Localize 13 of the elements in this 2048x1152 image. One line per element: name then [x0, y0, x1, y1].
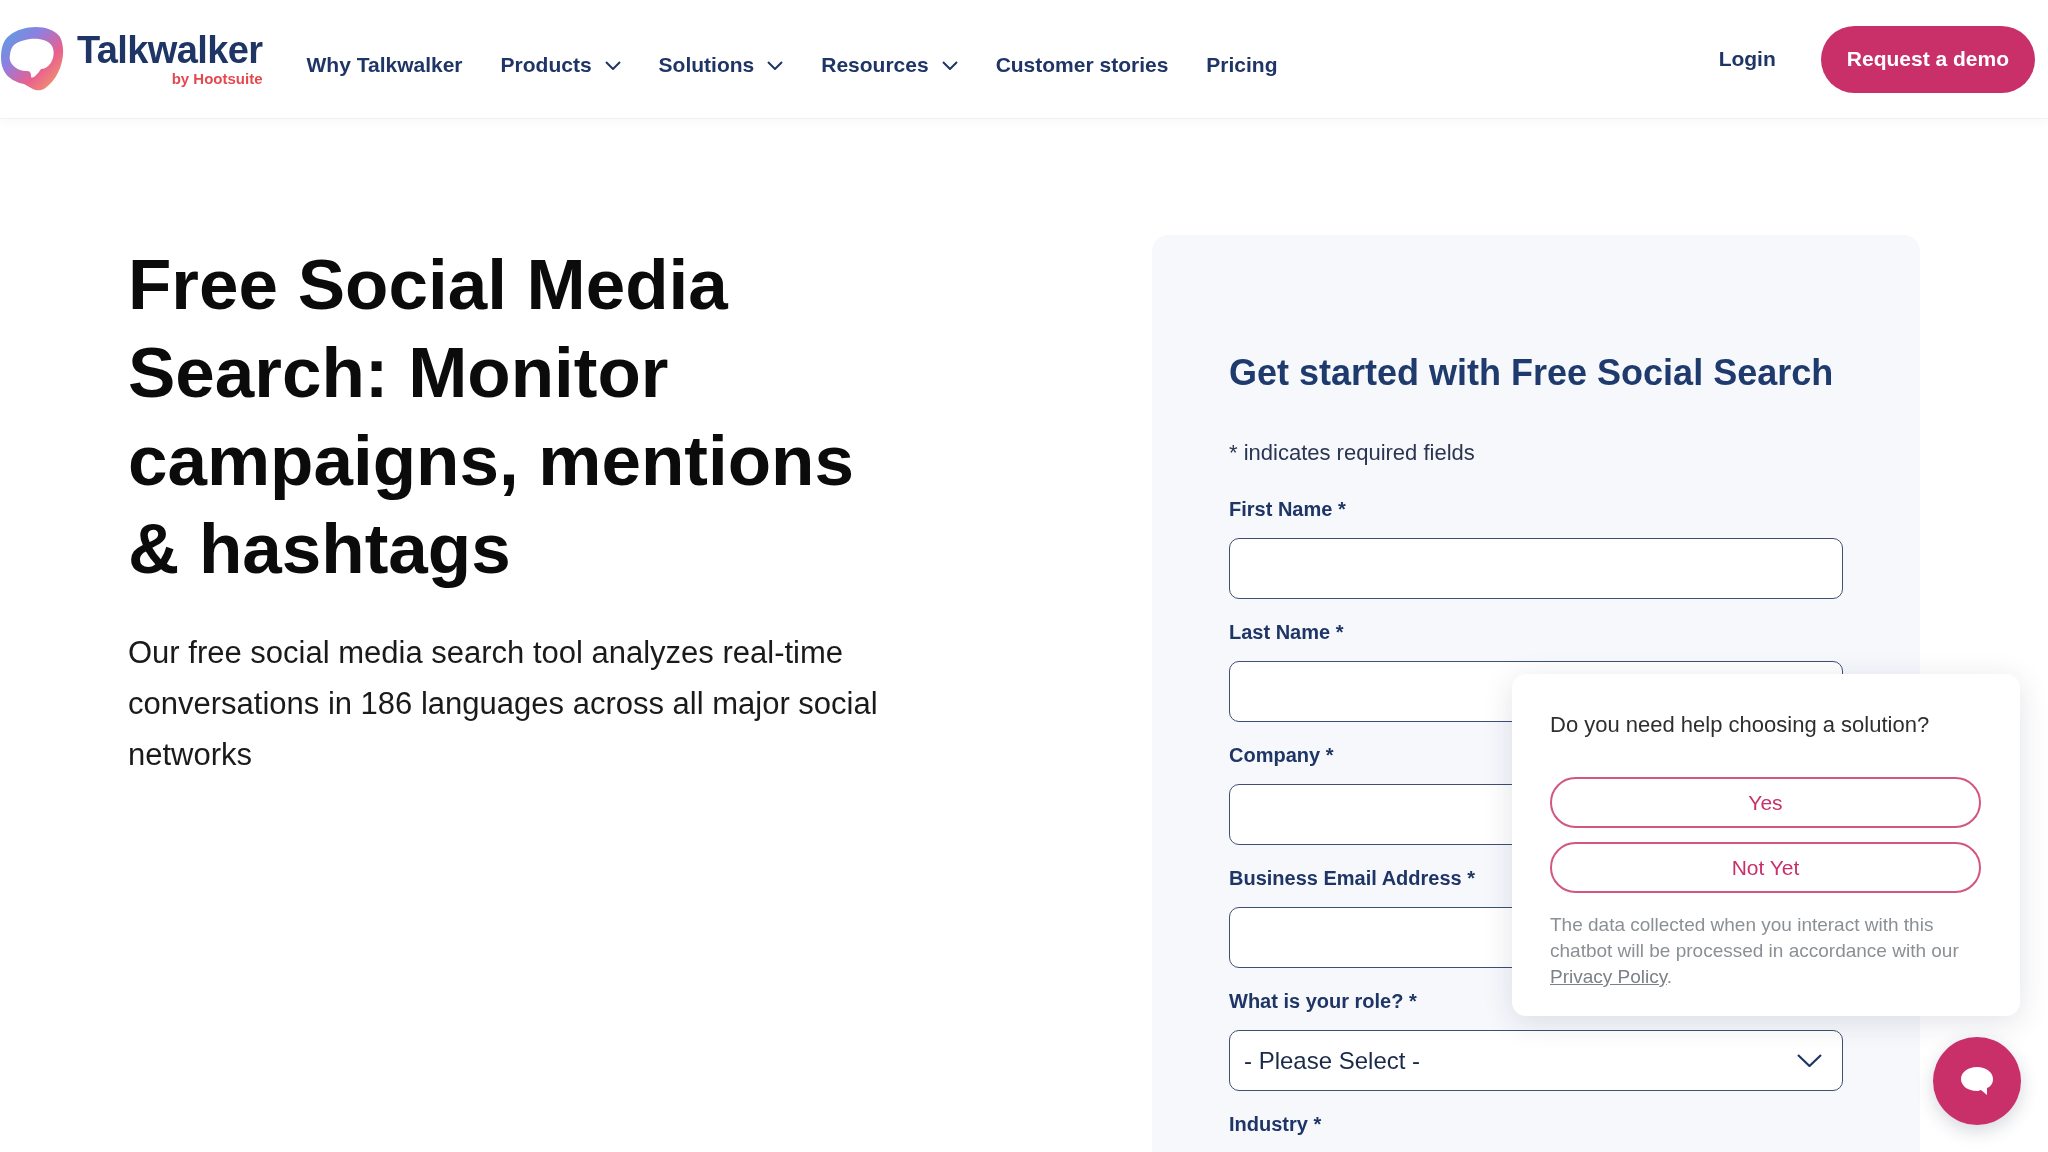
- form-heading: Get started with Free Social Search: [1229, 351, 1835, 395]
- required-fields-note: * indicates required fields: [1229, 439, 1476, 467]
- hero-description: Our free social media search tool analyzes real-time conversations in 186 languages across all major social networks: [128, 634, 879, 774]
- field-label: Last Name *: [1229, 620, 1344, 645]
- field-label: What is your role? *: [1229, 989, 1417, 1014]
- field-label: Company *: [1229, 743, 1334, 768]
- chat-question: Do you need help choosing a solution?: [1550, 712, 1931, 738]
- chat-disclaimer: The data collected when you interact with this chatbot will be processed in accordance with our Privacy Policy.: [1550, 913, 1960, 989]
- brand-tagline: by Hootsuite: [171, 69, 263, 87]
- field-label: Business Email Address *: [1229, 866, 1476, 891]
- hero-heading: Free Social Media Search: Monitor campaigns, mentions & hashtags: [128, 244, 855, 590]
- field-label: First Name *: [1229, 497, 1346, 522]
- field-label: Industry *: [1229, 1112, 1322, 1137]
